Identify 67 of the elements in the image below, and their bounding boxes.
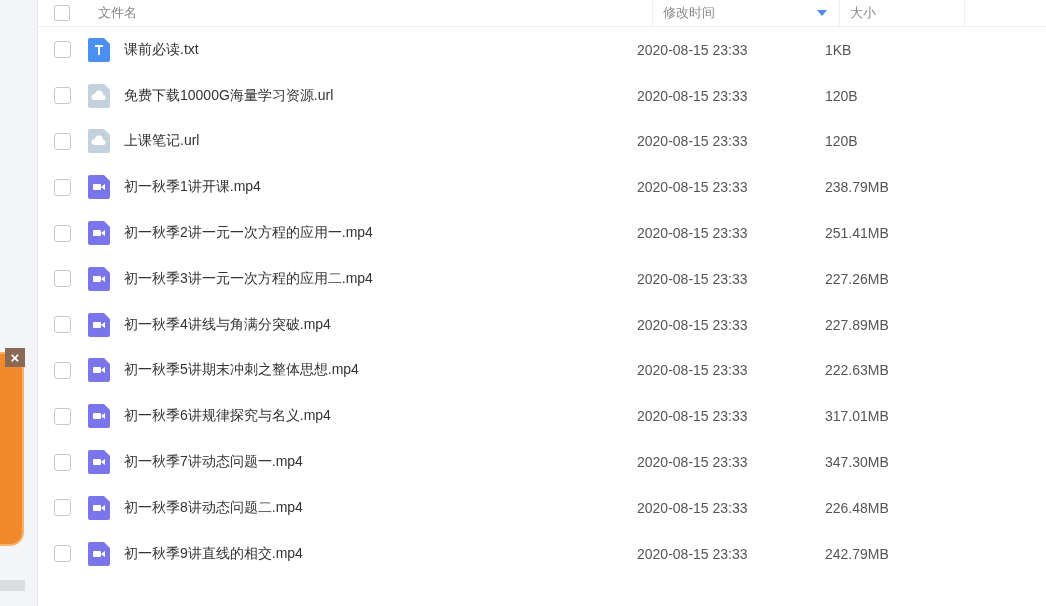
file-size: 226.48MB	[825, 499, 889, 516]
video-file-icon	[88, 495, 110, 520]
file-size: 120B	[825, 87, 858, 104]
file-size: 1KB	[825, 41, 852, 58]
video-file-icon	[88, 266, 110, 291]
checkbox[interactable]	[54, 270, 71, 288]
modified-time: 2020-08-15 23:33	[637, 41, 749, 58]
file-name[interactable]: 初一秋季8讲动态问题二.mp4	[124, 498, 637, 517]
modified-time: 2020-08-15 23:33	[637, 408, 749, 425]
file-name[interactable]: 初一秋季9讲直线的相交.mp4	[124, 544, 637, 563]
file-size: 317.01MB	[825, 408, 889, 425]
column-header[interactable]: 大小	[840, 0, 965, 26]
checkbox[interactable]	[54, 453, 71, 471]
video-file-icon	[88, 221, 110, 246]
file-name[interactable]: 课前必读.txt	[124, 40, 637, 59]
checkbox[interactable]	[54, 133, 71, 150]
modified-time: 2020-08-15 23:33	[637, 499, 749, 516]
file-size: 227.26MB	[825, 270, 889, 287]
file-size: 251.41MB	[825, 225, 889, 242]
modified-time: 2020-08-15 23:33	[637, 316, 749, 333]
checkbox[interactable]	[54, 41, 71, 59]
column-header[interactable]: 文件名	[56, 0, 653, 26]
file-name[interactable]: 初一秋季4讲线与角满分突破.mp4	[124, 315, 637, 334]
modified-time: 2020-08-15 23:33	[637, 87, 749, 104]
file-size: 222.63MB	[825, 362, 889, 379]
modified-time: 2020-08-15 23:33	[637, 225, 749, 242]
scrollbar[interactable]	[0, 580, 25, 591]
video-file-icon	[88, 312, 110, 337]
checkbox[interactable]	[54, 545, 71, 563]
video-file-icon	[88, 541, 110, 566]
video-file-icon	[88, 450, 110, 475]
modified-time: 2020-08-15 23:33	[637, 179, 749, 196]
modified-time: 2020-08-15 23:33	[637, 362, 749, 379]
file-name[interactable]: 初一秋季3讲一元一次方程的应用二.mp4	[124, 269, 637, 288]
file-name[interactable]: 初一秋季2讲一元一次方程的应用一.mp4	[124, 224, 637, 243]
modified-time: 2020-08-15 23:33	[637, 545, 749, 562]
file-name[interactable]: 初一秋季1讲开课.mp4	[124, 178, 637, 197]
close-button[interactable]: ×	[5, 348, 25, 367]
file-name[interactable]: 初一秋季5讲期末冲刺之整体思想.mp4	[124, 361, 637, 380]
file-size: 347.30MB	[825, 454, 889, 471]
file-name[interactable]: 初一秋季6讲规律探究与名义.mp4	[124, 407, 637, 426]
checkbox[interactable]	[54, 361, 71, 379]
cloud-file-icon	[88, 83, 110, 108]
file-size: 238.79MB	[825, 179, 889, 196]
modified-time: 2020-08-15 23:33	[637, 454, 749, 471]
cloud-file-icon	[88, 129, 110, 154]
file-name[interactable]: 初一秋季7讲动态问题一.mp4	[124, 453, 637, 472]
checkbox[interactable]	[54, 316, 71, 334]
checkbox[interactable]	[54, 87, 71, 105]
checkbox[interactable]	[54, 224, 71, 242]
file-size: 227.89MB	[825, 316, 889, 333]
modified-time: 2020-08-15 23:33	[637, 270, 749, 287]
sort-arrow-icon	[817, 10, 827, 16]
video-file-icon	[88, 358, 110, 383]
file-size: 120B	[825, 133, 858, 150]
file-name[interactable]: 上课笔记.url	[124, 132, 637, 151]
file-name[interactable]: 免费下载10000G海量学习资源.url	[124, 86, 637, 105]
column-header[interactable]: 修改时间	[653, 0, 840, 26]
video-file-icon	[88, 175, 110, 200]
checkbox[interactable]	[54, 178, 71, 196]
checkbox[interactable]	[54, 407, 71, 425]
select-all-checkbox[interactable]	[54, 5, 70, 21]
checkbox[interactable]	[54, 499, 71, 517]
modified-time: 2020-08-15 23:33	[637, 133, 749, 150]
text-file-icon	[88, 37, 110, 62]
video-file-icon	[88, 404, 110, 429]
file-size: 242.79MB	[825, 545, 889, 562]
